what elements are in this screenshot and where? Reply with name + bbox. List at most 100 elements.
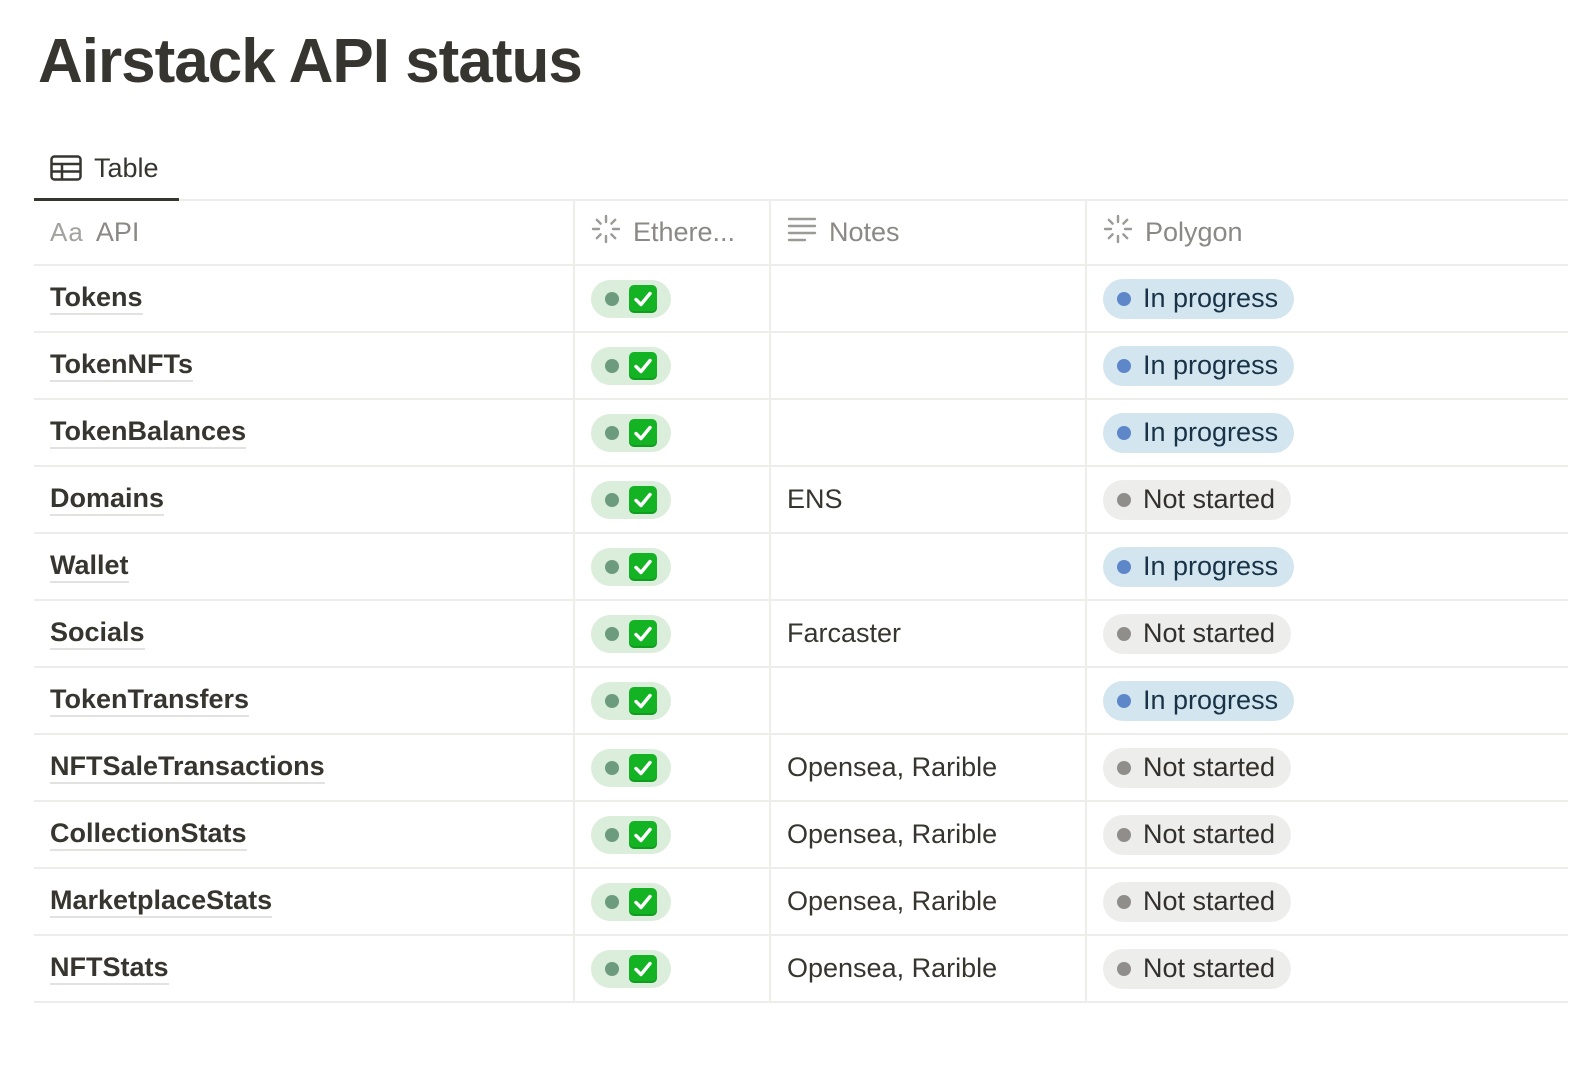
polygon-status-pill[interactable]: In progress <box>1103 546 1295 587</box>
api-name-link[interactable]: NFTSaleTransactions <box>50 751 325 784</box>
cell-api[interactable]: NFTSaleTransactions <box>34 735 575 800</box>
cell-polygon[interactable]: Not started <box>1087 869 1568 934</box>
cell-polygon[interactable]: In progress <box>1087 333 1568 398</box>
ethereum-status-pill[interactable] <box>591 279 671 318</box>
api-name-link[interactable]: Tokens <box>50 282 143 315</box>
api-name-link[interactable]: Domains <box>50 483 165 516</box>
cell-notes[interactable]: ENS <box>771 467 1087 532</box>
cell-ethereum[interactable] <box>575 534 771 599</box>
ethereum-status-pill[interactable] <box>591 748 671 787</box>
cell-api[interactable]: TokenTransfers <box>34 668 575 733</box>
cell-ethereum[interactable] <box>575 601 771 666</box>
api-name-link[interactable]: CollectionStats <box>50 818 247 851</box>
cell-notes[interactable]: Opensea, Rarible <box>771 802 1087 867</box>
status-dot <box>605 827 619 842</box>
ethereum-status-pill[interactable] <box>591 346 671 385</box>
cell-notes[interactable]: Opensea, Rarible <box>771 869 1087 934</box>
check-mark-icon <box>629 418 657 447</box>
check-mark-icon <box>629 619 657 648</box>
cell-polygon[interactable]: In progress <box>1087 266 1568 331</box>
cell-api[interactable]: TokenNFTs <box>34 333 575 398</box>
polygon-status-pill[interactable]: Not started <box>1103 814 1292 855</box>
tab-table-view[interactable]: Table <box>34 138 179 201</box>
cell-ethereum[interactable] <box>575 333 771 398</box>
cell-ethereum[interactable] <box>575 467 771 532</box>
cell-api[interactable]: Wallet <box>34 534 575 599</box>
ethereum-status-pill[interactable] <box>591 614 671 653</box>
cell-polygon[interactable]: In progress <box>1087 668 1568 733</box>
notes-text: Opensea, Rarible <box>787 953 998 983</box>
view-tabs: Table <box>34 138 1568 201</box>
status-dot <box>1117 626 1131 641</box>
cell-notes[interactable] <box>771 534 1087 599</box>
polygon-status-pill[interactable]: In progress <box>1103 278 1295 319</box>
column-header-api[interactable]: Aa API <box>34 201 575 264</box>
cell-ethereum[interactable] <box>575 266 771 331</box>
cell-notes[interactable] <box>771 266 1087 331</box>
cell-notes[interactable]: Opensea, Rarible <box>771 936 1087 1001</box>
cell-polygon[interactable]: Not started <box>1087 601 1568 666</box>
cell-ethereum[interactable] <box>575 400 771 465</box>
polygon-status-pill[interactable]: Not started <box>1103 948 1292 989</box>
cell-api[interactable]: Domains <box>34 467 575 532</box>
polygon-status-pill[interactable]: In progress <box>1103 680 1295 721</box>
cell-polygon[interactable]: Not started <box>1087 936 1568 1001</box>
cell-polygon[interactable]: In progress <box>1087 400 1568 465</box>
table-row: Socials Farcaster Not started <box>34 601 1568 668</box>
cell-notes[interactable]: Farcaster <box>771 601 1087 666</box>
ethereum-status-pill[interactable] <box>591 815 671 854</box>
status-dot <box>1117 492 1131 507</box>
api-name-link[interactable]: NFTStats <box>50 952 169 985</box>
cell-notes[interactable] <box>771 333 1087 398</box>
cell-api[interactable]: CollectionStats <box>34 802 575 867</box>
api-name-link[interactable]: TokenTransfers <box>50 684 250 717</box>
status-spinner-icon <box>591 214 621 251</box>
polygon-status-pill[interactable]: Not started <box>1103 881 1292 922</box>
ethereum-status-pill[interactable] <box>591 949 671 988</box>
api-name-link[interactable]: Wallet <box>50 550 129 583</box>
cell-ethereum[interactable] <box>575 668 771 733</box>
cell-polygon[interactable]: Not started <box>1087 802 1568 867</box>
polygon-status-pill[interactable]: In progress <box>1103 345 1295 386</box>
cell-api[interactable]: Tokens <box>34 266 575 331</box>
cell-ethereum[interactable] <box>575 735 771 800</box>
ethereum-status-pill[interactable] <box>591 882 671 921</box>
polygon-status-pill[interactable]: Not started <box>1103 747 1292 788</box>
cell-api[interactable]: NFTStats <box>34 936 575 1001</box>
cell-ethereum[interactable] <box>575 802 771 867</box>
polygon-status-label: In progress <box>1143 283 1279 313</box>
column-label-notes: Notes <box>829 217 900 247</box>
table-row: Tokens In progress <box>34 266 1568 333</box>
title-property-icon: Aa <box>50 217 84 247</box>
ethereum-status-pill[interactable] <box>591 413 671 452</box>
cell-polygon[interactable]: Not started <box>1087 467 1568 532</box>
ethereum-status-pill[interactable] <box>591 547 671 586</box>
polygon-status-pill[interactable]: In progress <box>1103 412 1295 453</box>
notes-text: ENS <box>787 484 843 514</box>
database-table: Aa API Ethere... Notes Polygon Tokens In… <box>34 201 1568 1003</box>
cell-polygon[interactable]: Not started <box>1087 735 1568 800</box>
cell-notes[interactable] <box>771 668 1087 733</box>
status-dot <box>605 492 619 507</box>
cell-polygon[interactable]: In progress <box>1087 534 1568 599</box>
column-header-ethereum[interactable]: Ethere... <box>575 201 771 264</box>
cell-ethereum[interactable] <box>575 936 771 1001</box>
api-name-link[interactable]: Socials <box>50 617 145 650</box>
check-mark-icon <box>629 351 657 380</box>
cell-api[interactable]: TokenBalances <box>34 400 575 465</box>
cell-notes[interactable]: Opensea, Rarible <box>771 735 1087 800</box>
cell-api[interactable]: MarketplaceStats <box>34 869 575 934</box>
ethereum-status-pill[interactable] <box>591 681 671 720</box>
cell-api[interactable]: Socials <box>34 601 575 666</box>
api-name-link[interactable]: TokenNFTs <box>50 349 194 382</box>
cell-notes[interactable] <box>771 400 1087 465</box>
column-header-polygon[interactable]: Polygon <box>1087 201 1568 264</box>
column-header-notes[interactable]: Notes <box>771 201 1087 264</box>
status-dot <box>1117 760 1131 775</box>
ethereum-status-pill[interactable] <box>591 480 671 519</box>
cell-ethereum[interactable] <box>575 869 771 934</box>
polygon-status-pill[interactable]: Not started <box>1103 613 1292 654</box>
api-name-link[interactable]: MarketplaceStats <box>50 885 273 918</box>
polygon-status-pill[interactable]: Not started <box>1103 479 1292 520</box>
api-name-link[interactable]: TokenBalances <box>50 416 247 449</box>
